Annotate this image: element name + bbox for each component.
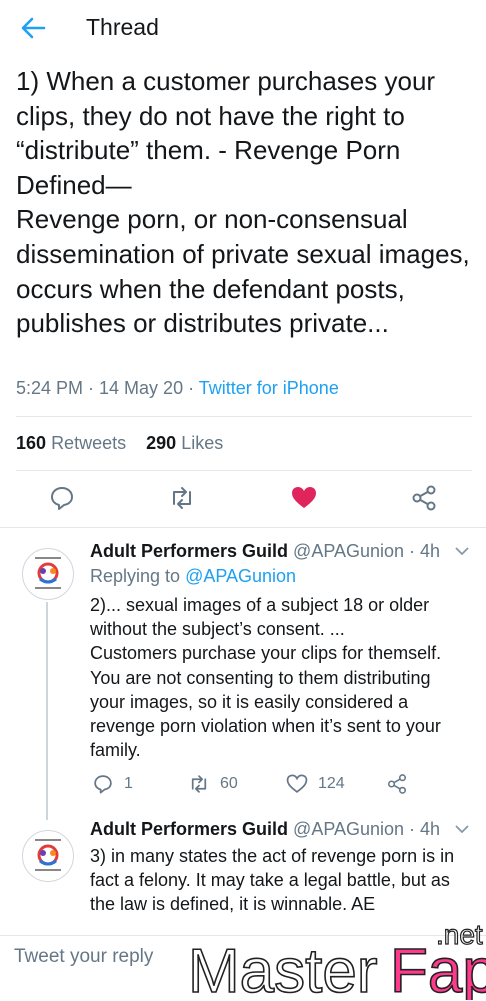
share-icon[interactable]: [410, 484, 438, 512]
like-icon-filled[interactable]: [290, 484, 318, 512]
watermark-main: Master: [188, 937, 377, 1000]
page-title: Thread: [86, 14, 159, 40]
divider: [16, 470, 472, 471]
tweet-meta: 5:24 PM · 14 May 20 · Twitter for iPhone: [16, 378, 339, 399]
likes-count: 290: [146, 433, 177, 453]
tweet-source-link[interactable]: Twitter for iPhone: [199, 378, 339, 398]
reply-text: 3) in many states the act of revenge por…: [90, 846, 460, 915]
author-handle: @APAGunion · 4h: [293, 541, 441, 561]
app-header: Thread: [0, 0, 486, 56]
thread-line: [46, 602, 48, 820]
retweet-icon[interactable]: [168, 484, 196, 512]
watermark-logo: .net Master Fap: [187, 918, 486, 1000]
like-count: 124: [318, 775, 345, 792]
like-action[interactable]: 124: [286, 773, 345, 795]
guild-logo-icon: [35, 557, 61, 589]
replying-to: Replying to @APAGunion: [90, 566, 296, 587]
guild-logo-icon: [35, 839, 61, 871]
author-name[interactable]: Adult Performers Guild: [90, 541, 288, 561]
arrow-left-icon[interactable]: [18, 14, 48, 42]
chevron-down-icon[interactable]: [454, 545, 470, 557]
retweet-action[interactable]: 60: [188, 773, 238, 795]
tweet-stats: 160 Retweets 290 Likes: [16, 433, 223, 454]
reply-input[interactable]: Tweet your reply: [14, 946, 153, 968]
reply-text: 2)... sexual images of a subject 18 or o…: [90, 595, 442, 761]
retweet-count: 60: [220, 775, 238, 792]
reply-header: Adult Performers Guild @APAGunion · 4h: [90, 541, 440, 562]
reply-action[interactable]: 1: [92, 773, 133, 795]
avatar[interactable]: [22, 548, 74, 600]
author-handle: @APAGunion · 4h: [293, 819, 441, 839]
reply-header: Adult Performers Guild @APAGunion · 4h: [90, 819, 440, 840]
replying-handle-link[interactable]: @APAGunion: [185, 566, 296, 586]
tweet-text: 1) When a customer purchases your clips,…: [16, 66, 470, 339]
retweets-stat[interactable]: 160 Retweets: [16, 433, 126, 453]
likes-stat[interactable]: 290 Likes: [146, 433, 223, 453]
retweet-icon: [191, 775, 207, 793]
reply-icon: [94, 775, 112, 794]
heart-icon: [286, 774, 308, 793]
avatar[interactable]: [22, 830, 74, 882]
likes-label: Likes: [181, 433, 224, 453]
divider: [16, 416, 472, 417]
share-icon[interactable]: [386, 773, 408, 795]
retweets-label: Retweets: [51, 433, 127, 453]
reply-count: 1: [124, 775, 133, 792]
tweet-time: 5:24 PM · 14 May 20 ·: [16, 378, 199, 398]
replying-prefix: Replying to: [90, 566, 186, 586]
reply-icon[interactable]: [48, 484, 76, 512]
author-name[interactable]: Adult Performers Guild: [90, 819, 288, 839]
watermark-accent: Fap: [390, 937, 486, 1000]
chevron-down-icon[interactable]: [454, 823, 470, 835]
divider: [0, 527, 486, 528]
retweets-count: 160: [16, 433, 47, 453]
